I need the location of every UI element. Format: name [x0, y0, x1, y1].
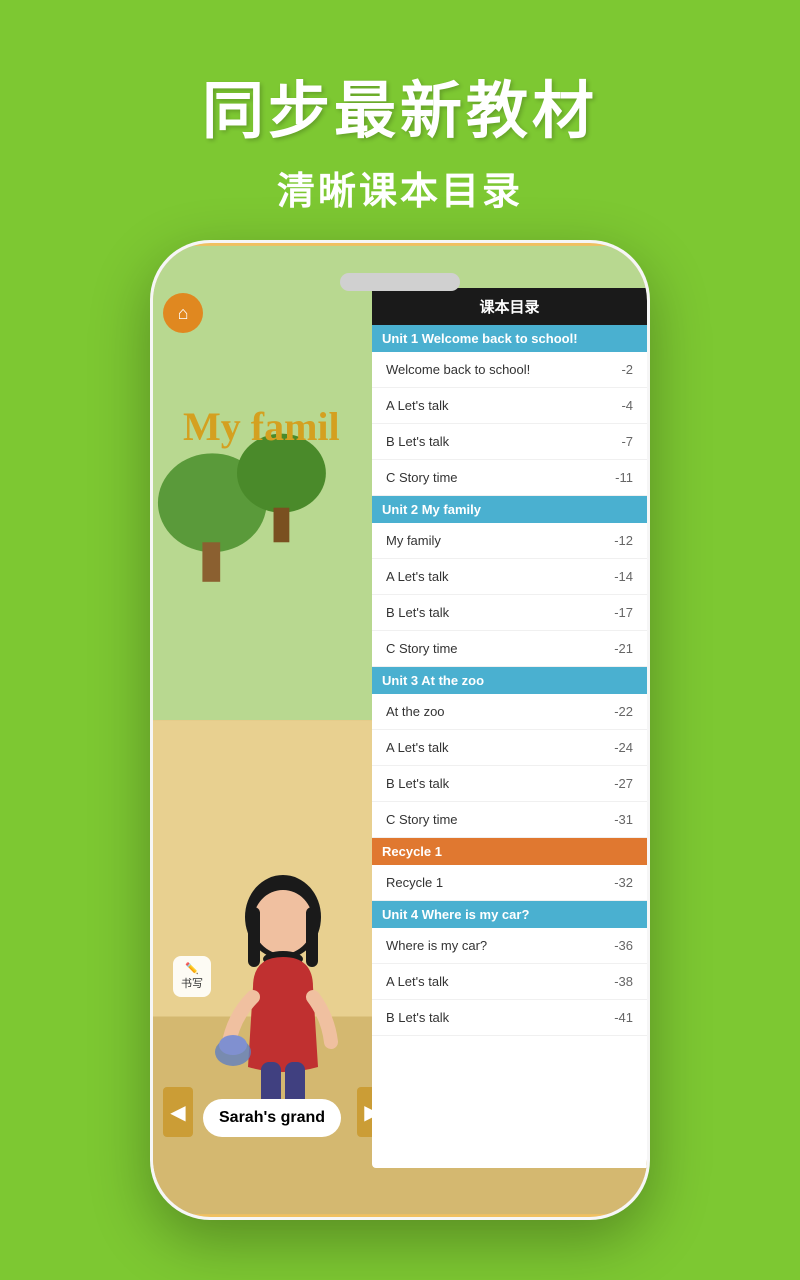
toc-item-label-18: Where is my car?: [386, 938, 487, 953]
toc-item-14[interactable]: C Story time -31: [372, 802, 647, 838]
toc-item-16[interactable]: Recycle 1 -32: [372, 865, 647, 901]
toc-item-9[interactable]: C Story time -21: [372, 631, 647, 667]
toc-item-label-20: B Let's talk: [386, 1010, 449, 1025]
toc-item-page-19: -38: [614, 974, 633, 989]
sub-title: 清晰课本目录: [0, 160, 800, 215]
toc-item-label-6: My family: [386, 533, 441, 548]
writing-tool-icon[interactable]: ✏️ 书写: [173, 956, 211, 997]
toc-item-3[interactable]: B Let's talk -7: [372, 424, 647, 460]
toc-item-page-1: -2: [621, 362, 633, 377]
toc-item-label-16: Recycle 1: [386, 875, 443, 890]
book-title-text: My famil: [183, 403, 340, 450]
toc-item-page-11: -22: [614, 704, 633, 719]
toc-item-page-12: -24: [614, 740, 633, 755]
toc-item-13[interactable]: B Let's talk -27: [372, 766, 647, 802]
toc-item-page-14: -31: [614, 812, 633, 827]
toc-item-label-11: At the zoo: [386, 704, 445, 719]
toc-item-7[interactable]: A Let's talk -14: [372, 559, 647, 595]
toc-item-page-4: -11: [615, 470, 633, 485]
main-title: 同步最新教材: [0, 60, 800, 150]
toc-item-20[interactable]: B Let's talk -41: [372, 1000, 647, 1036]
girl-character: [203, 867, 363, 1137]
toc-item-label-3: B Let's talk: [386, 434, 449, 449]
toc-item-11[interactable]: At the zoo -22: [372, 694, 647, 730]
speech-bubble: Sarah's grand: [203, 1099, 341, 1137]
phone-top-bar: [340, 273, 460, 291]
toc-item-1[interactable]: Welcome back to school! -2: [372, 352, 647, 388]
toc-item-4[interactable]: C Story time -11: [372, 460, 647, 496]
toc-item-label-19: A Let's talk: [386, 974, 448, 989]
phone-container: My famil: [150, 240, 650, 1220]
toc-item-label-7: A Let's talk: [386, 569, 448, 584]
toc-item-page-18: -36: [614, 938, 633, 953]
toc-item-18[interactable]: Where is my car? -36: [372, 928, 647, 964]
toc-item-label-4: C Story time: [386, 470, 458, 485]
toc-item-label-8: B Let's talk: [386, 605, 449, 620]
toc-unit-header-10: Unit 3 At the zoo: [372, 667, 647, 694]
toc-item-page-9: -21: [614, 641, 633, 656]
toc-item-page-8: -17: [614, 605, 633, 620]
phone-frame: My famil: [150, 240, 650, 1220]
phone-inner: My famil: [153, 243, 647, 1217]
toc-item-label-9: C Story time: [386, 641, 458, 656]
toc-item-label-13: B Let's talk: [386, 776, 449, 791]
toc-item-19[interactable]: A Let's talk -38: [372, 964, 647, 1000]
nav-prev-button[interactable]: ◀: [163, 1087, 193, 1137]
toc-item-label-2: A Let's talk: [386, 398, 448, 413]
toc-unit-header-0: Unit 1 Welcome back to school!: [372, 325, 647, 352]
pencil-icon: ✏️: [181, 962, 203, 975]
toc-item-2[interactable]: A Let's talk -4: [372, 388, 647, 424]
writing-label: 书写: [181, 975, 203, 991]
toc-item-label-14: C Story time: [386, 812, 458, 827]
toc-unit4-header-17: Unit 4 Where is my car?: [372, 901, 647, 928]
toc-header: 课本目录: [372, 288, 647, 325]
toc-item-page-20: -41: [614, 1010, 633, 1025]
toc-item-8[interactable]: B Let's talk -17: [372, 595, 647, 631]
toc-item-page-3: -7: [621, 434, 633, 449]
toc-item-label-12: A Let's talk: [386, 740, 448, 755]
left-arrow-icon: ◀: [170, 1100, 185, 1125]
home-icon: ⌂: [178, 303, 189, 324]
toc-item-page-7: -14: [614, 569, 633, 584]
toc-item-page-6: -12: [614, 533, 633, 548]
toc-item-12[interactable]: A Let's talk -24: [372, 730, 647, 766]
header-section: 同步最新教材 清晰课本目录: [0, 0, 800, 245]
home-button[interactable]: ⌂: [163, 293, 203, 333]
toc-recycle-header-15: Recycle 1: [372, 838, 647, 865]
toc-item-label-1: Welcome back to school!: [386, 362, 530, 377]
toc-item-page-2: -4: [621, 398, 633, 413]
toc-item-6[interactable]: My family -12: [372, 523, 647, 559]
toc-item-page-13: -27: [614, 776, 633, 791]
toc-unit-header-5: Unit 2 My family: [372, 496, 647, 523]
toc-item-page-16: -32: [614, 875, 633, 890]
toc-panel: 课本目录 Unit 1 Welcome back to school!Welco…: [372, 288, 647, 1168]
